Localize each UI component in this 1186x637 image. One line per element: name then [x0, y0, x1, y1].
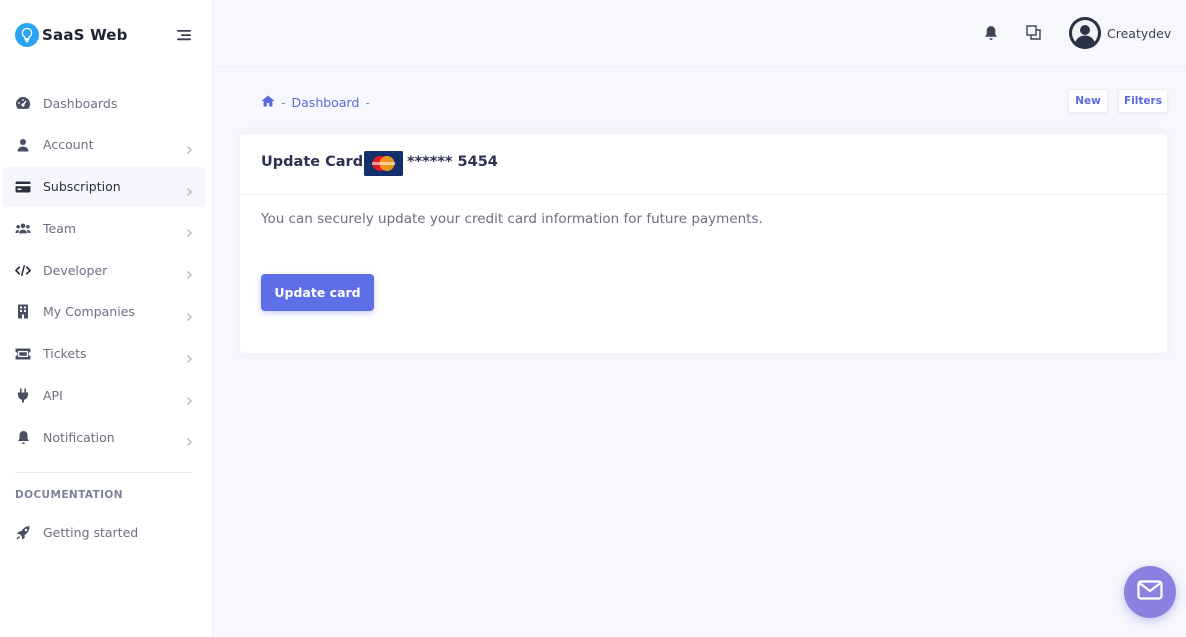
- sidebar-item-label: Dashboards: [43, 95, 118, 111]
- sidebar-item-label: Notification: [43, 429, 115, 445]
- breadcrumb-separator: -: [365, 94, 370, 110]
- chevron-right-icon: [184, 265, 194, 280]
- update-card-button[interactable]: Update card: [261, 274, 374, 311]
- sidebar-item-label: API: [43, 388, 63, 404]
- sidebar: SaaS Web Dashboards Account Subscription…: [0, 0, 213, 637]
- brand-name: SaaS Web: [42, 26, 128, 44]
- chevron-right-icon: [184, 140, 194, 154]
- chevron-right-icon: [184, 432, 194, 447]
- sidebar-item-tickets[interactable]: Tickets: [2, 334, 206, 374]
- top-header: Creatydev: [213, 0, 1186, 67]
- masked-card-number: ****** 5454: [407, 154, 498, 170]
- sidebar-item-team[interactable]: Team: [2, 208, 206, 248]
- breadcrumb: - Dashboard -: [261, 94, 376, 110]
- sidebar-item-label: Team: [43, 220, 77, 236]
- windows-icon[interactable]: [1026, 25, 1042, 41]
- users-icon: [15, 220, 31, 236]
- filters-button[interactable]: Filters: [1118, 89, 1168, 113]
- sidebar-nav: Dashboards Account Subscription Team Dev…: [0, 83, 213, 459]
- card-title: Update Card :: [261, 154, 374, 170]
- chevron-right-icon: [184, 349, 194, 363]
- home-icon[interactable]: [261, 95, 275, 110]
- sidebar-divider: [15, 472, 192, 473]
- credit-card-icon: [15, 179, 31, 195]
- app: SaaS Web Dashboards Account Subscription…: [0, 0, 1186, 637]
- mastercard-logo-icon: [364, 151, 403, 176]
- brand[interactable]: SaaS Web: [15, 22, 200, 50]
- card-description: You can securely update your credit card…: [261, 211, 763, 227]
- plug-icon: [15, 388, 31, 404]
- sidebar-item-label: Getting started: [43, 524, 139, 540]
- envelope-icon: [1137, 580, 1163, 604]
- lightbulb-logo-icon: [15, 23, 39, 47]
- sidebar-item-account[interactable]: Account: [2, 125, 206, 165]
- chevron-right-icon: [184, 223, 194, 238]
- building-icon: [15, 304, 31, 320]
- username[interactable]: Creatydev: [1107, 26, 1171, 41]
- bell-icon[interactable]: [984, 25, 1000, 41]
- ticket-icon: [15, 346, 31, 362]
- documentation-section-title: DOCUMENTATION: [15, 489, 123, 501]
- menu-toggle-icon[interactable]: [175, 27, 193, 43]
- sidebar-item-developer[interactable]: Developer: [2, 250, 206, 290]
- sidebar-item-subscription[interactable]: Subscription: [2, 166, 206, 207]
- sidebar-item-label: Tickets: [43, 346, 87, 362]
- card-header: Update Card : ****** 5454: [240, 134, 1167, 195]
- sidebar-item-label: Account: [43, 137, 94, 153]
- user-icon: [15, 137, 31, 153]
- bell-icon: [15, 429, 31, 445]
- sidebar-item-notification[interactable]: Notification: [2, 417, 206, 457]
- sidebar-item-label: Developer: [43, 262, 108, 278]
- rocket-icon: [15, 524, 31, 540]
- avatar[interactable]: [1069, 17, 1101, 49]
- message-fab[interactable]: [1124, 566, 1176, 618]
- sidebar-item-label: My Companies: [43, 304, 135, 320]
- chevron-right-icon: [184, 391, 194, 405]
- update-card-panel: Update Card : ****** 5454 You can secure…: [240, 134, 1167, 353]
- breadcrumb-separator: -: [281, 94, 286, 110]
- chevron-right-icon: [184, 182, 194, 196]
- dashboard-gauge-icon: [15, 95, 31, 111]
- sidebar-item-dashboards[interactable]: Dashboards: [2, 83, 206, 123]
- new-button[interactable]: New: [1068, 89, 1108, 113]
- sidebar-item-api[interactable]: API: [2, 376, 206, 416]
- code-icon: [15, 262, 31, 278]
- sidebar-item-getting-started[interactable]: Getting started: [2, 512, 206, 552]
- sidebar-item-label: Subscription: [43, 179, 121, 195]
- sidebar-item-my-companies[interactable]: My Companies: [2, 292, 206, 332]
- chevron-right-icon: [184, 307, 194, 321]
- breadcrumb-dashboard-link[interactable]: Dashboard: [292, 95, 360, 110]
